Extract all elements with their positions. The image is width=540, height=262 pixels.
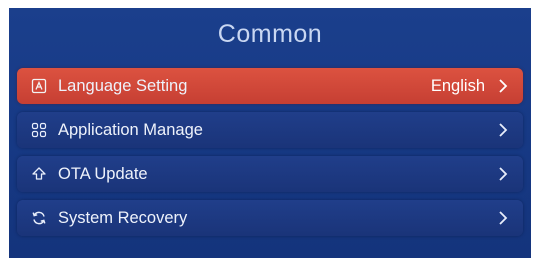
current-language-value: English xyxy=(430,76,485,95)
update-upload-icon xyxy=(31,166,47,182)
page-title: Common xyxy=(217,20,323,48)
chevron-right-icon xyxy=(497,78,509,94)
menu-item-label: Application Manage xyxy=(58,120,203,139)
menu-item-system-recovery[interactable]: System Recovery xyxy=(17,200,523,236)
menu-item-label: Language Setting xyxy=(58,76,188,95)
menu-item-label: System Recovery xyxy=(58,208,188,227)
chevron-right-icon xyxy=(497,210,509,226)
apps-grid-icon xyxy=(31,122,47,138)
menu-item-label: OTA Update xyxy=(58,164,148,183)
menu-item-application-manage[interactable]: Application Manage xyxy=(17,112,523,148)
recovery-icon xyxy=(31,210,47,226)
menu-item-language-setting[interactable]: Language Setting English xyxy=(17,68,523,104)
settings-screen: Common Language Setting English Applicat… xyxy=(9,8,531,258)
language-icon xyxy=(31,78,47,94)
chevron-right-icon xyxy=(497,166,509,182)
chevron-right-icon xyxy=(497,122,509,138)
menu-item-ota-update[interactable]: OTA Update xyxy=(17,156,523,192)
